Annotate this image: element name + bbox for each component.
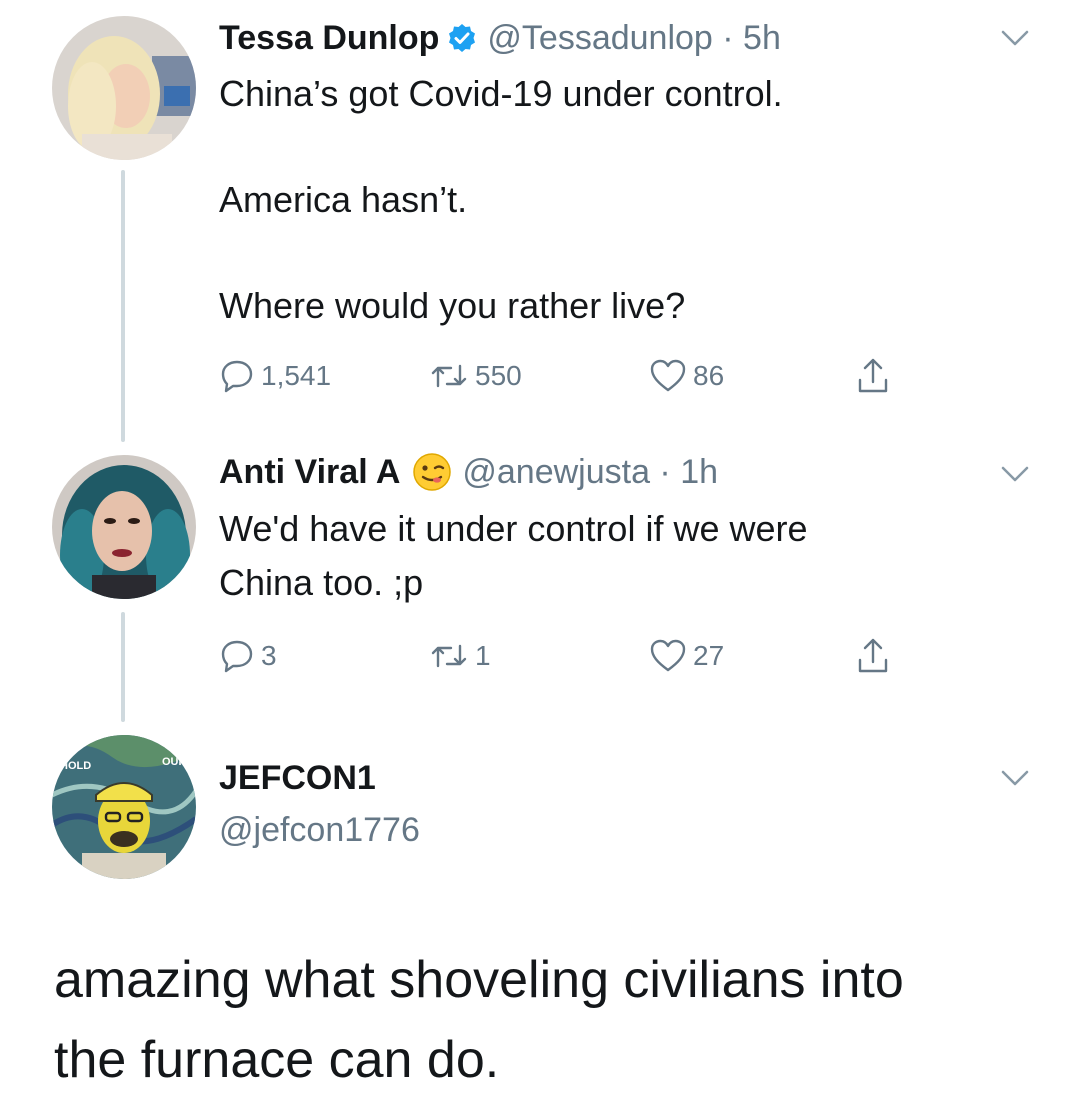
share-button[interactable] (855, 634, 897, 678)
avatar-tessa[interactable] (52, 16, 196, 160)
display-name[interactable]: Anti Viral A (219, 453, 400, 492)
tweet-text: China’s got Covid-19 under control. Amer… (219, 67, 999, 333)
display-name[interactable]: Tessa Dunlop (219, 19, 439, 58)
display-name[interactable]: JEFCON1 (219, 759, 376, 798)
tweet-header: JEFCON1 (219, 756, 376, 800)
thread-line (121, 612, 125, 722)
handle-and-time[interactable]: @Tessadunlop · 5h (487, 19, 780, 58)
retweet-count: 550 (475, 360, 522, 391)
like-button[interactable]: 86 (649, 354, 724, 398)
share-button[interactable] (855, 354, 897, 398)
reply-icon (221, 360, 253, 393)
like-count: 27 (693, 640, 725, 671)
tweet-header: Tessa Dunlop @Tessadunlop · 5h (219, 16, 781, 60)
retweet-icon (431, 364, 467, 388)
reply-count: 1,541 (261, 360, 332, 391)
tweet-text-line: America hasn’t. (219, 179, 468, 220)
tweet-actions: 3 1 27 (219, 634, 919, 678)
caption-text: amazing what shoveling civilians into th… (54, 940, 1054, 1100)
reply-button[interactable]: 1,541 (219, 354, 331, 398)
chevron-down-icon[interactable] (1000, 464, 1030, 484)
avatar-text-our: OUR (162, 756, 187, 768)
retweet-count: 1 (475, 640, 491, 671)
share-icon (858, 358, 888, 393)
like-button[interactable]: 27 (649, 634, 724, 678)
caption-line: amazing what shoveling civilians into (54, 951, 904, 1009)
verified-badge-icon (447, 23, 477, 53)
tweet-text-line: China’s got Covid-19 under control. (219, 73, 783, 114)
avatar-text-hold: HOLD (60, 760, 91, 772)
tweet-actions: 1,541 550 86 (219, 354, 919, 398)
thread-line (121, 170, 125, 442)
tweet-text-line: We'd have it under control if we were (219, 508, 808, 549)
retweet-icon (431, 644, 467, 668)
handle-and-time[interactable]: @anewjusta · 1h (462, 453, 718, 492)
handle[interactable]: @jefcon1776 (219, 811, 420, 850)
avatar-jefcon[interactable]: HOLD OUR (52, 735, 196, 879)
tweet-text-line: Where would you rather live? (219, 285, 686, 326)
chevron-down-icon[interactable] (1000, 768, 1030, 788)
retweet-button[interactable]: 550 (429, 354, 522, 398)
chevron-down-icon[interactable] (1000, 28, 1030, 48)
tweet-text-line: China too. ;p (219, 562, 424, 603)
reply-count: 3 (261, 640, 277, 671)
avatar-anti-viral[interactable] (52, 455, 196, 599)
heart-icon (650, 359, 686, 392)
reply-icon (221, 640, 253, 673)
reply-button[interactable]: 3 (219, 634, 277, 678)
like-count: 86 (693, 360, 725, 391)
tweet-header: Anti Viral A @anewjusta · 1h (219, 450, 718, 494)
heart-icon (650, 639, 686, 672)
share-icon (858, 638, 888, 673)
caption-line: the furnace can do. (54, 1031, 500, 1089)
tweet-handle-row: @jefcon1776 (219, 808, 420, 852)
winking-face-emoji (412, 452, 452, 492)
retweet-button[interactable]: 1 (429, 634, 491, 678)
tweet-text: We'd have it under control if we were Ch… (219, 502, 999, 610)
